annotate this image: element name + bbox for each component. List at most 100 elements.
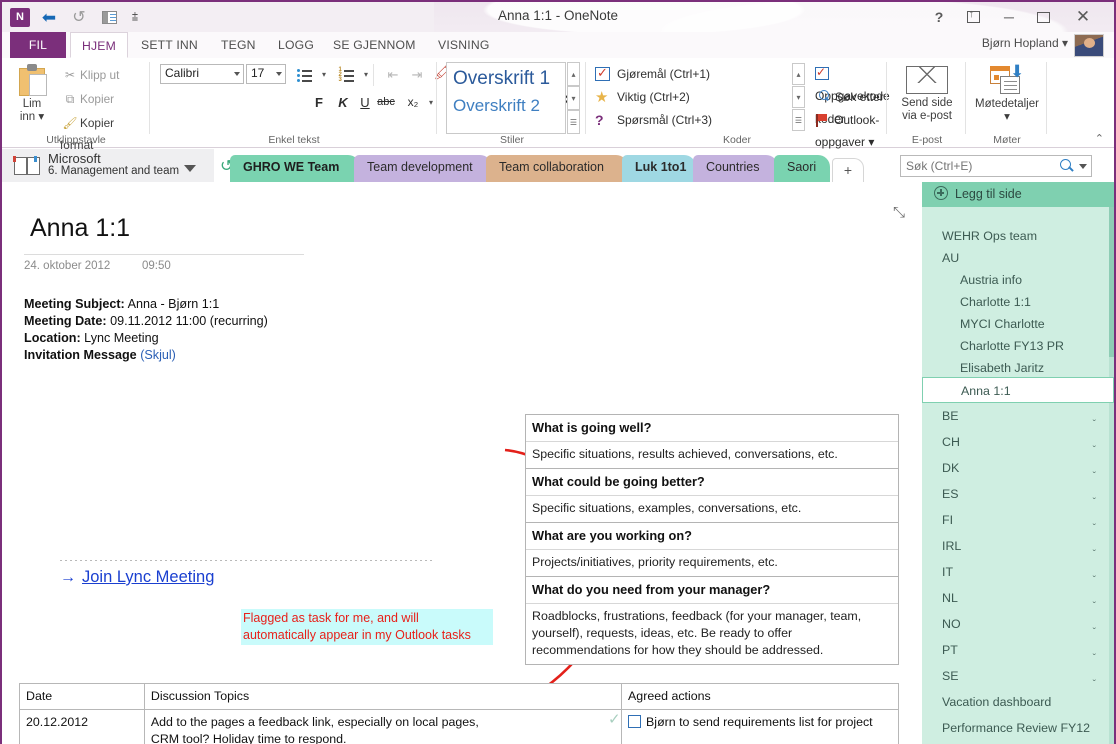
section-tab-luk-1to1[interactable]: Luk 1to1 [622, 155, 696, 182]
find-tags-button[interactable]: Søk etter koder [815, 86, 887, 126]
page-item-anna-1to1[interactable]: Anna 1:1 [922, 377, 1114, 403]
page-group-es[interactable]: ES ˇ [922, 481, 1114, 508]
minimize-button[interactable]: ─ [996, 6, 1022, 28]
column-header-date: Date [19, 683, 145, 710]
send-page-by-email-button[interactable]: Send side via e-post [888, 62, 966, 123]
page-group-no[interactable]: NO ˇ [922, 611, 1114, 638]
ribbon-display-options-icon[interactable] [960, 6, 986, 28]
tab-se-gjennom[interactable]: SE GJENNOM [322, 32, 427, 58]
style-heading-2[interactable]: Overskrift 2 [447, 90, 565, 116]
increase-indent-button[interactable]: ⇥ [407, 64, 427, 85]
section-tab-team-development[interactable]: Team development [354, 155, 492, 182]
styles-scroll-up-icon[interactable]: ▴ [567, 62, 580, 86]
page-group-ch[interactable]: CH ˇ [922, 429, 1114, 456]
format-painter-button[interactable]: 🖌 Kopier format [60, 112, 150, 152]
page-group-be[interactable]: BE ˇ [922, 403, 1114, 430]
close-button[interactable]: ✕ [1070, 6, 1096, 28]
tags-more-icon[interactable]: ☰ [792, 109, 805, 131]
join-lync-meeting-link[interactable]: → Join Lync Meeting [60, 568, 214, 587]
page-item-vacation-dashboard[interactable]: Vacation dashboard [922, 689, 1114, 715]
subscript-button[interactable]: x₂ [403, 92, 423, 113]
bold-button[interactable]: F [309, 92, 329, 113]
meeting-notes-table[interactable]: Date Discussion Topics Agreed actions 20… [19, 683, 899, 744]
style-heading-1[interactable]: Overskrift 1 [447, 63, 565, 90]
group-separator-5 [965, 62, 966, 134]
page-group-fi[interactable]: FI ˇ [922, 507, 1114, 534]
search-scope-dropdown-icon[interactable] [1079, 164, 1087, 169]
strikethrough-button[interactable]: abc [376, 92, 396, 113]
tags-scroll-up-icon[interactable]: ▴ [792, 63, 805, 85]
outlook-tasks-button[interactable]: Outlook-oppgaver ▾ [815, 109, 887, 149]
group-label-meetings: Møter [993, 134, 1021, 146]
ribbon: Lim inn ▾ ✂ Klipp ut ⧉ Kopier 🖌 Kopier form… [2, 58, 1114, 152]
collapse-ribbon-icon[interactable]: ⌃ [1095, 132, 1104, 145]
italic-button[interactable]: K [333, 92, 353, 113]
page-title[interactable]: Anna 1:1 [30, 214, 130, 243]
bullets-button[interactable] [294, 64, 314, 85]
discussion-questions-table: What is going well? Specific situations,… [525, 414, 899, 665]
chevron-down-icon [234, 72, 240, 76]
font-size-combobox[interactable]: 17 [246, 64, 286, 84]
search-input[interactable] [901, 156, 1051, 176]
task-tag-button[interactable]: Oppgavekode [815, 63, 890, 103]
tag-todo[interactable]: Gjøremål (Ctrl+1) [595, 63, 710, 85]
add-page-button[interactable]: Legg til side [922, 182, 1114, 207]
bullets-dropdown[interactable]: ▾ [314, 64, 334, 85]
group-label-styles: Stiler [500, 134, 524, 146]
expand-page-icon[interactable]: ⤡ [893, 204, 909, 221]
page-item-performance-review-fy12[interactable]: Performance Review FY12 [922, 715, 1114, 741]
notebook-selector[interactable]: Microsoft 6. Management and team [2, 149, 214, 182]
create-new-section-button[interactable]: + [832, 158, 864, 182]
tag-question[interactable]: ? Spørsmål (Ctrl+3) [595, 109, 712, 131]
ribbon-tab-strip: FIL HJEM SETT INN TEGN LOGG SE GJENNOM V… [2, 32, 1114, 58]
page-group-se[interactable]: SE ˇ [922, 663, 1114, 690]
styles-more-icon[interactable]: ☰ [567, 110, 580, 134]
notebook-name-line1: Microsoft [48, 151, 101, 166]
section-tab-saori[interactable]: Saori [774, 155, 830, 182]
meeting-subject-value: Anna - Bjørn 1:1 [127, 297, 220, 311]
page-group-pt[interactable]: PT ˇ [922, 637, 1114, 664]
copy-button[interactable]: ⧉ Kopier [60, 88, 114, 110]
cell-discussion: Add to the pages a feedback link, especi… [143, 709, 623, 744]
page-group-irl[interactable]: IRL ˇ [922, 533, 1114, 560]
user-account-label[interactable]: Bjørn Hopland ▾ [982, 36, 1068, 50]
tab-hjem[interactable]: HJEM [70, 32, 128, 58]
cut-button[interactable]: ✂ Klipp ut [60, 64, 119, 86]
page-group-it[interactable]: IT ˇ [922, 559, 1114, 586]
tab-tegn[interactable]: TEGN [210, 32, 267, 58]
numbering-button[interactable]: 123 [336, 64, 356, 85]
notebook-name-line2: 6. Management and team [48, 165, 180, 177]
ribbon-group-tags: Gjøremål (Ctrl+1) ★Viktig (Ctrl+2) ?Spør… [587, 58, 890, 149]
maximize-button[interactable] [1030, 6, 1056, 28]
group-separator [149, 62, 150, 134]
table-row[interactable]: 20.12.2012 Add to the pages a feedback l… [19, 709, 899, 744]
task-checkbox-unchecked[interactable] [628, 715, 642, 728]
tab-sett-inn[interactable]: SETT INN [130, 32, 209, 58]
task-checkbox-icon [815, 63, 829, 81]
page-group-nl[interactable]: NL ˇ [922, 585, 1114, 612]
page-canvas[interactable]: ⤡ Anna 1:1 24. oktober 2012 09:50 Meetin… [2, 182, 922, 744]
tab-fil[interactable]: FIL [10, 32, 66, 58]
help-button[interactable]: ? [926, 6, 952, 28]
tag-important[interactable]: ★ Viktig (Ctrl+2) [595, 86, 690, 108]
avatar[interactable] [1074, 34, 1104, 57]
styles-gallery[interactable]: Overskrift 1 Overskrift 2 [446, 62, 566, 134]
discussion-line: CRM tool? Holiday time to respond. [150, 732, 347, 744]
tab-visning[interactable]: VISNING [427, 32, 501, 58]
font-name-combobox[interactable]: Calibri [160, 64, 244, 84]
join-lync-meeting-label: Join Lync Meeting [82, 568, 215, 586]
search-icon[interactable] [1059, 158, 1075, 174]
tab-logg[interactable]: LOGG [267, 32, 325, 58]
hide-invitation-link[interactable]: (Skjul) [140, 348, 176, 362]
tags-scroll-down-icon[interactable]: ▾ [792, 86, 805, 108]
page-group-dk[interactable]: DK ˇ [922, 455, 1114, 482]
section-tab-ghro-we-team[interactable]: GHRO WE Team [230, 155, 360, 182]
section-tab-countries[interactable]: Countries [693, 155, 778, 182]
meeting-details-button[interactable]: ⬇ Møtedetaljer ▾ [967, 62, 1047, 124]
underline-button[interactable]: U [355, 92, 375, 113]
paste-button[interactable]: Lim inn ▾ [10, 62, 54, 136]
section-tab-team-collaboration[interactable]: Team collaboration [486, 155, 628, 182]
styles-scroll-down-icon[interactable]: ▾ [567, 86, 580, 110]
decrease-indent-button[interactable]: ⇤ [383, 64, 403, 85]
search-box[interactable] [900, 155, 1092, 177]
